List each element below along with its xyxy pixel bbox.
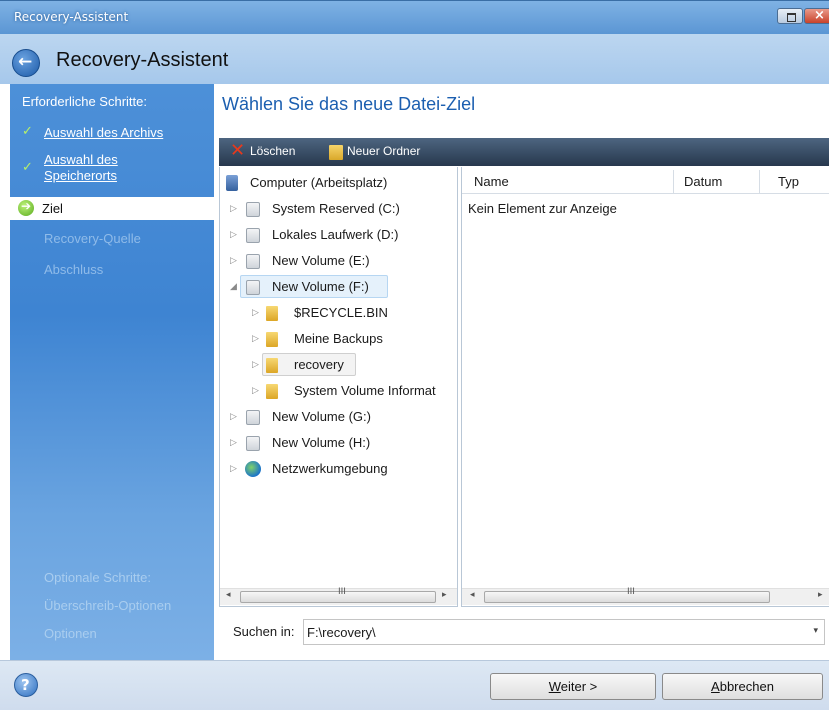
expand-arrow-icon[interactable]: ▷ [230,406,237,428]
tree-item-label: Meine Backups [294,331,383,346]
check-icon: ✓ [22,160,33,175]
expand-arrow-icon[interactable]: ▷ [230,224,237,246]
network-globe-icon [245,461,261,477]
restore-button[interactable] [777,8,803,24]
close-button[interactable]: × [804,8,829,24]
search-location-value: F:\recovery\ [307,625,376,640]
sidebar-step-recovery-source: Recovery-Quelle [44,231,141,246]
delete-icon[interactable]: ✕ [230,140,245,161]
delete-button[interactable]: Löschen [250,144,295,158]
tree-item-label: System Volume Informat [294,383,436,398]
file-list-pane[interactable] [461,167,829,607]
list-horizontal-scrollbar[interactable]: ◂ III ▸ [462,587,829,605]
drive-icon [246,254,260,269]
tree-item-system-volume[interactable]: ▷ System Volume Informat [252,380,457,402]
sidebar-step-finish: Abschluss [44,262,104,277]
toolbar: Löschen Neuer Ordner [219,138,829,166]
expand-arrow-icon[interactable]: ▷ [252,328,259,350]
help-icon[interactable]: ? [14,673,38,697]
expand-arrow-icon[interactable]: ▷ [230,458,237,480]
column-header-date[interactable]: Datum [676,170,760,194]
tree-item-label: New Volume (E:) [272,253,370,268]
cancel-button[interactable]: Abbrechen [662,673,823,700]
column-header-type[interactable]: Typ [770,170,829,194]
current-step-arrow-icon: ➔ [18,199,34,216]
expand-arrow-icon[interactable]: ▷ [252,302,259,324]
new-folder-button[interactable]: Neuer Ordner [347,144,420,158]
empty-list-message: Kein Element zur Anzeige [468,201,617,216]
window-title: Recovery-Assistent [14,10,129,24]
sidebar-optional-overwrite: Überschreib-Optionen [44,598,172,613]
expand-arrow-icon[interactable]: ▷ [252,380,259,402]
check-icon: ✓ [22,124,33,139]
expand-arrow-icon[interactable]: ▷ [252,354,259,376]
sidebar-step-location-line2[interactable]: Speicherorts [44,168,117,184]
tree-item-label: $RECYCLE.BIN [294,305,388,320]
sidebar-optional-options: Optionen [44,626,97,641]
tree-item-label: Computer (Arbeitsplatz) [250,175,388,190]
next-button[interactable]: Weiter > [490,673,656,700]
tree-item-label: New Volume (H:) [272,435,371,450]
tree-item-label: Netzwerkumgebung [272,461,388,476]
tree-horizontal-scrollbar[interactable]: ◂ III ▸ [220,587,457,605]
computer-icon [226,175,238,191]
sidebar-step-location-line1[interactable]: Auswahl des [44,152,118,168]
drive-icon [246,436,260,451]
close-icon[interactable]: × [814,8,825,23]
header-title: Recovery-Assistent [56,49,229,71]
scroll-right-icon[interactable]: ▸ [818,590,823,600]
column-header-name[interactable]: Name [466,170,674,194]
folder-icon [266,332,278,347]
scroll-thumb[interactable]: III [240,587,436,603]
drive-icon [246,280,260,295]
search-location-combobox[interactable]: F:\recovery\ ▾ [303,619,825,645]
title-bar: Recovery-Assistent × [0,0,829,34]
drive-icon [246,202,260,217]
folder-icon [266,306,278,321]
search-label: Suchen in: [233,624,295,639]
scroll-left-icon[interactable]: ◂ [470,590,475,600]
tree-item-label: New Volume (F:) [272,279,369,294]
folder-icon [266,384,278,399]
dropdown-arrow-icon[interactable]: ▾ [813,626,818,636]
folder-icon [266,358,278,373]
expand-arrow-icon[interactable]: ▷ [230,432,237,454]
sidebar-optional-heading: Optionale Schritte: [44,570,151,585]
scroll-right-icon[interactable]: ▸ [442,590,447,600]
page-title: Wählen Sie das neue Datei-Ziel [222,94,476,114]
tree-item-label: System Reserved (C:) [272,201,400,216]
scroll-thumb[interactable]: III [484,587,770,603]
tree-item-label: recovery [294,357,344,372]
collapse-arrow-icon[interactable]: ◢ [230,276,237,298]
expand-arrow-icon[interactable]: ▷ [230,250,237,272]
sidebar-heading: Erforderliche Schritte: [22,94,147,109]
drive-icon [246,228,260,243]
drive-icon [246,410,260,425]
tree-item-label: New Volume (G:) [272,409,371,424]
new-folder-icon[interactable] [329,145,343,160]
sidebar-step-archive[interactable]: Auswahl des Archivs [44,125,163,141]
back-button[interactable]: ← [12,49,40,77]
tree-item-label: Lokales Laufwerk (D:) [272,227,399,242]
back-arrow-icon[interactable]: ← [18,52,32,72]
sidebar-step-target[interactable]: ➔ Ziel [10,197,214,220]
expand-arrow-icon[interactable]: ▷ [230,198,237,220]
sidebar-step-target-label: Ziel [42,201,63,216]
scroll-left-icon[interactable]: ◂ [226,590,231,600]
